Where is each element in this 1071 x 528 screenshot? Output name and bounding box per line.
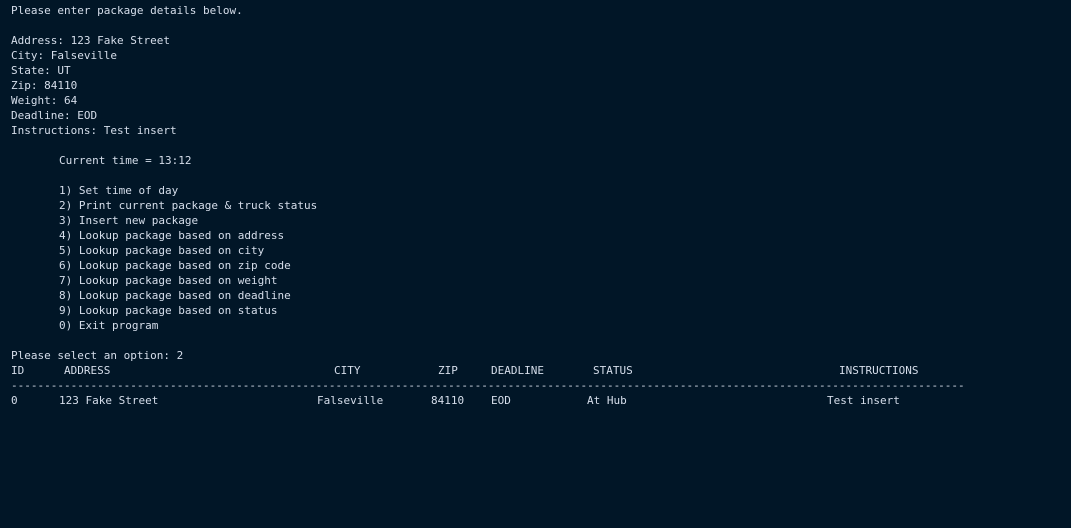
menu-item-lookup-zip: 6) Lookup package based on zip code: [59, 259, 291, 272]
header-status: STATUS: [593, 364, 633, 377]
menu-item-lookup-deadline: 8) Lookup package based on deadline: [59, 289, 291, 302]
header-deadline: DEADLINE: [491, 364, 544, 377]
deadline-line: Deadline: EOD: [11, 109, 98, 122]
menu-item-insert-package: 3) Insert new package: [59, 214, 199, 227]
menu-item-exit: 0) Exit program: [59, 319, 159, 332]
city-line: City: Falseville: [11, 49, 117, 62]
menu-item-lookup-status: 9) Lookup package based on status: [59, 304, 278, 317]
current-time: Current time = 13:12: [59, 154, 192, 167]
cell-deadline: EOD: [491, 394, 511, 407]
state-line: State: UT: [11, 64, 71, 77]
menu-item-lookup-weight: 7) Lookup package based on weight: [59, 274, 278, 287]
cell-zip: 84110: [431, 394, 465, 407]
header-id: ID: [11, 364, 25, 377]
menu-item-set-time: 1) Set time of day: [59, 184, 179, 197]
table-divider: ----------------------------------------…: [11, 379, 966, 392]
address-line: Address: 123 Fake Street: [11, 34, 170, 47]
prompt-text: Please enter package details below.: [11, 4, 243, 17]
cell-status: At Hub: [587, 394, 627, 407]
table-row: 0 123 Fake Street Falseville 84110 EOD A…: [11, 393, 1066, 408]
cell-instructions: Test insert: [827, 394, 900, 407]
menu-item-print-status: 2) Print current package & truck status: [59, 199, 318, 212]
cell-city: Falseville: [317, 394, 384, 407]
cell-address: 123 Fake Street: [59, 394, 159, 407]
cell-id: 0: [11, 394, 18, 407]
header-zip: ZIP: [438, 364, 458, 377]
header-city: CITY: [334, 364, 361, 377]
menu-item-lookup-city: 5) Lookup package based on city: [59, 244, 265, 257]
zip-line: Zip: 84110: [11, 79, 78, 92]
menu-item-lookup-address: 4) Lookup package based on address: [59, 229, 285, 242]
instructions-line: Instructions: Test insert: [11, 124, 177, 137]
header-address: ADDRESS: [64, 364, 111, 377]
header-instructions: INSTRUCTIONS: [839, 364, 919, 377]
terminal-window[interactable]: Please enter package details below. Addr…: [11, 3, 1066, 410]
select-prompt[interactable]: Please select an option: 2: [11, 348, 1066, 363]
table-header: ID ADDRESS CITY ZIP DEADLINE STATUS INST…: [11, 363, 1066, 378]
weight-line: Weight: 64: [11, 94, 78, 107]
